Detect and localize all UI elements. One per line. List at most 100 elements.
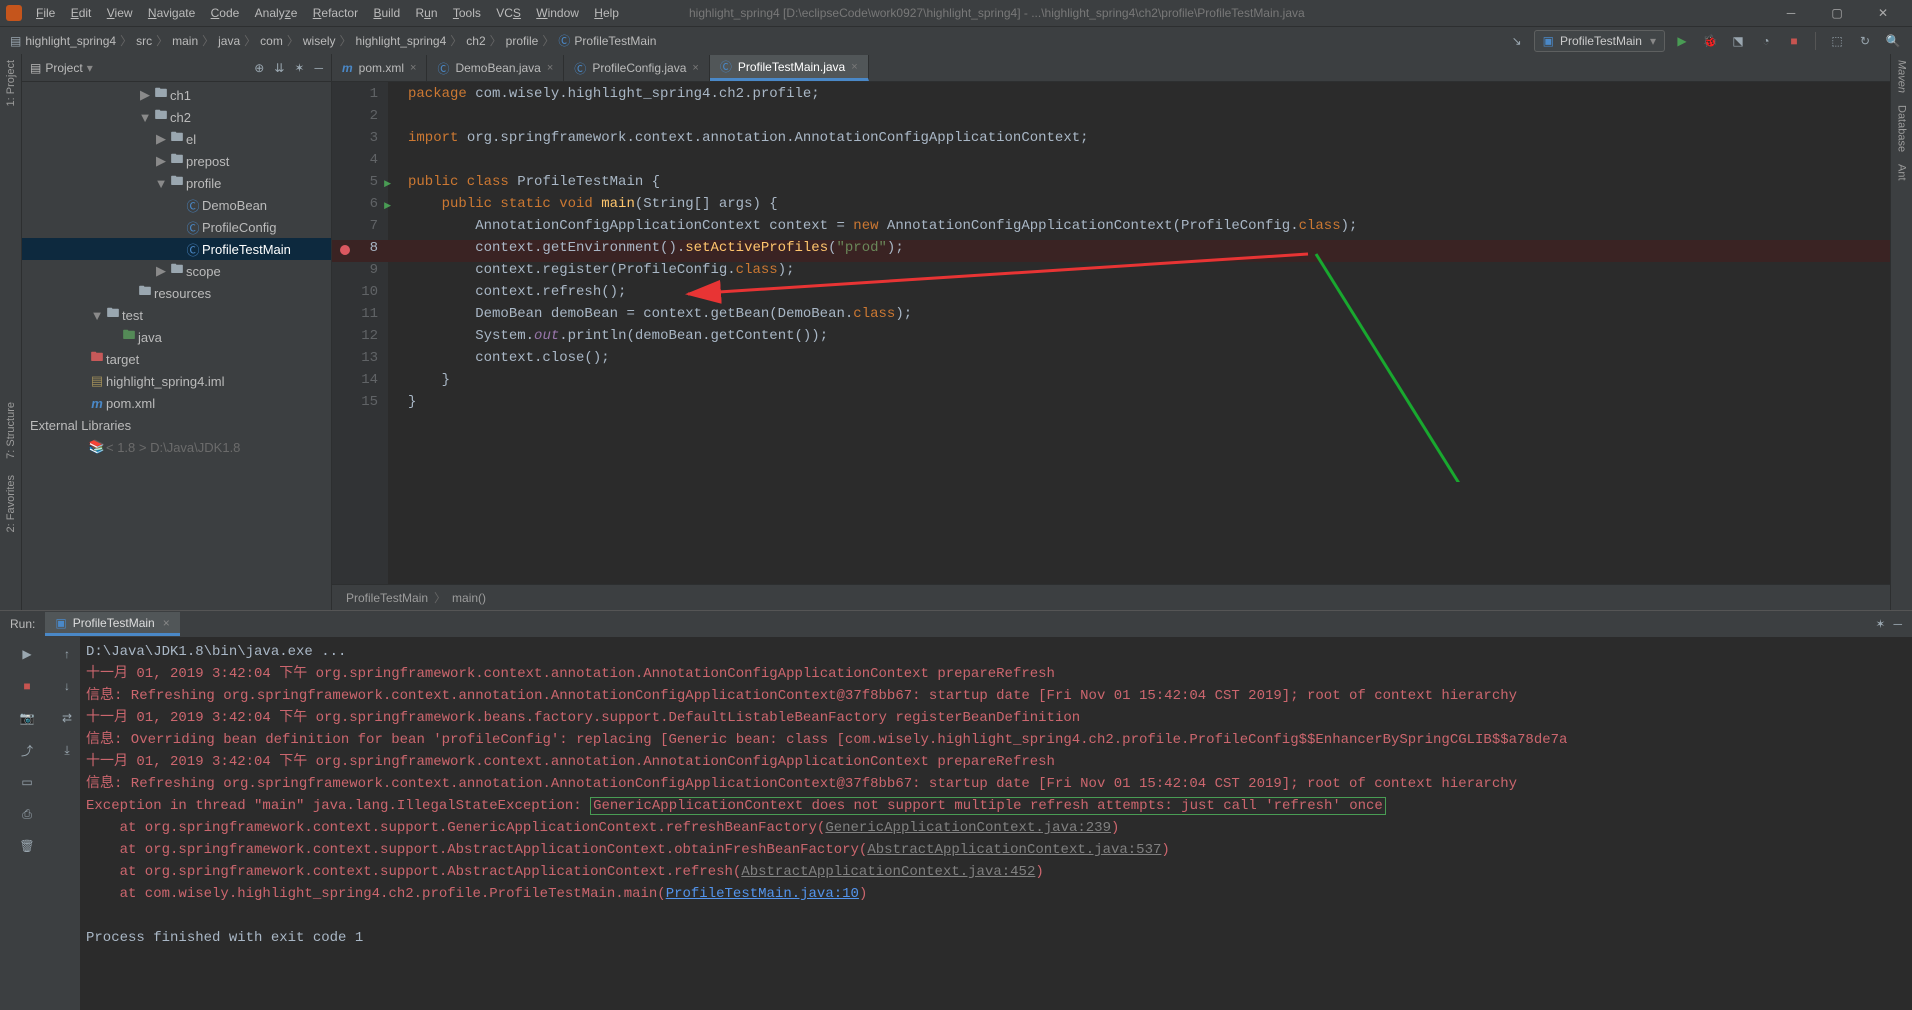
locate-icon[interactable]: ⊕ xyxy=(254,61,264,75)
menu-file[interactable]: File xyxy=(30,6,61,20)
update-button[interactable]: ↻ xyxy=(1854,30,1876,52)
strip-project[interactable]: 1: Project xyxy=(2,54,20,112)
dump-button[interactable]: 📷 xyxy=(16,707,38,729)
tree-item[interactable]: ▶🖿ch1 xyxy=(22,84,331,106)
tree-item[interactable]: ⒸProfileConfig xyxy=(22,216,331,238)
tab-close-icon[interactable]: × xyxy=(692,62,698,74)
profile-button[interactable]: ◔ xyxy=(1755,30,1777,52)
search-button[interactable]: 🔍 xyxy=(1882,30,1904,52)
crumb-com[interactable]: com xyxy=(258,34,285,48)
editor-code[interactable]: package com.wisely.highlight_spring4.ch2… xyxy=(388,82,1890,584)
tree-item[interactable]: 📚< 1.8 > D:\Java\JDK1.8 xyxy=(22,436,331,458)
crumb-project[interactable]: highlight_spring4 xyxy=(23,34,118,48)
editor-tab[interactable]: ⒸDemoBean.java× xyxy=(427,55,564,81)
crumb-wisely[interactable]: wisely xyxy=(301,34,338,48)
menu-refactor[interactable]: Refactor xyxy=(307,6,364,20)
tree-item[interactable]: ▶🖿el xyxy=(22,128,331,150)
editor-tabs[interactable]: mpom.xml×ⒸDemoBean.java×ⒸProfileConfig.j… xyxy=(332,54,1890,82)
menu-help[interactable]: Help xyxy=(588,6,625,20)
editor-tab[interactable]: mpom.xml× xyxy=(332,55,427,81)
stacktrace-link[interactable]: AbstractApplicationContext.java:537 xyxy=(867,842,1161,858)
stop-button[interactable]: ■ xyxy=(1783,30,1805,52)
project-tree[interactable]: ▶🖿ch1▼🖿ch2▶🖿el▶🖿prepost▼🖿profileⒸDemoBea… xyxy=(22,82,331,610)
crumb-src[interactable]: src xyxy=(134,34,154,48)
crumb-main[interactable]: main xyxy=(170,34,200,48)
status-method[interactable]: main() xyxy=(452,591,486,605)
up-button[interactable]: ↑ xyxy=(56,643,78,665)
layout-button[interactable]: ▭ xyxy=(16,771,38,793)
build-icon[interactable]: ↘ xyxy=(1506,30,1528,52)
menu-tools[interactable]: Tools xyxy=(447,6,487,20)
down-button[interactable]: ↓ xyxy=(56,675,78,697)
coverage-button[interactable]: ⬔ xyxy=(1727,30,1749,52)
crumb-profile[interactable]: profile xyxy=(504,34,541,48)
run-hide-icon[interactable]: ─ xyxy=(1893,617,1902,631)
hide-icon[interactable]: ─ xyxy=(314,61,323,75)
tab-close-icon[interactable]: × xyxy=(410,62,416,74)
tree-item[interactable]: ⒸProfileTestMain xyxy=(22,238,331,260)
tree-item[interactable]: ▶🖿prepost xyxy=(22,150,331,172)
tree-item[interactable]: ▤highlight_spring4.iml xyxy=(22,370,331,392)
status-class[interactable]: ProfileTestMain xyxy=(346,591,428,605)
exit-button[interactable]: ⤴ xyxy=(16,739,38,761)
strip-database[interactable]: Database xyxy=(1893,99,1911,158)
maximize-button[interactable]: ▢ xyxy=(1814,0,1860,26)
tree-item[interactable]: 🖿resources xyxy=(22,282,331,304)
strip-favorites[interactable]: 2: Favorites xyxy=(2,469,20,538)
main-menu[interactable]: File Edit View Navigate Code Analyze Ref… xyxy=(30,6,625,20)
crumb-hl[interactable]: highlight_spring4 xyxy=(354,34,449,48)
tree-item[interactable]: External Libraries xyxy=(22,414,331,436)
git-button[interactable]: ⬚ xyxy=(1826,30,1848,52)
menu-code[interactable]: Code xyxy=(205,6,246,20)
menu-window[interactable]: Window xyxy=(530,6,585,20)
tree-item[interactable]: 🖿java xyxy=(22,326,331,348)
strip-maven[interactable]: Maven xyxy=(1893,54,1911,99)
strip-structure[interactable]: 7: Structure xyxy=(2,396,20,465)
run-settings-icon[interactable]: ✶ xyxy=(1875,617,1885,631)
menu-analyze[interactable]: Analyze xyxy=(249,6,304,20)
menu-view[interactable]: View xyxy=(101,6,139,20)
minimize-button[interactable]: ─ xyxy=(1768,0,1814,26)
pin-button[interactable]: ⎙ xyxy=(16,803,38,825)
tree-item[interactable]: ▶🖿scope xyxy=(22,260,331,282)
run-tab-close-icon[interactable]: × xyxy=(163,616,170,630)
menu-build[interactable]: Build xyxy=(367,6,406,20)
close-button[interactable]: ✕ xyxy=(1860,0,1906,26)
run-tab[interactable]: ▣ ProfileTestMain × xyxy=(45,612,179,636)
trash-button[interactable]: 🗑 xyxy=(16,835,38,857)
stop-run-button[interactable]: ■ xyxy=(16,675,38,697)
wrap-button[interactable]: ⇄ xyxy=(56,707,78,729)
crumb-class[interactable]: ProfileTestMain xyxy=(572,34,658,48)
strip-ant[interactable]: Ant xyxy=(1893,158,1911,187)
crumb-java[interactable]: java xyxy=(216,34,242,48)
stacktrace-link[interactable]: AbstractApplicationContext.java:452 xyxy=(741,864,1035,880)
run-config-selector[interactable]: ▣ ProfileTestMain ▾ xyxy=(1534,30,1665,52)
editor-tab[interactable]: ⒸProfileConfig.java× xyxy=(564,55,710,81)
editor-breadcrumb[interactable]: ProfileTestMain 〉 main() xyxy=(332,584,1890,610)
tree-item[interactable]: 🖿target xyxy=(22,348,331,370)
project-title[interactable]: ▤Project▾ xyxy=(30,61,93,75)
breadcrumbs[interactable]: ▤ highlight_spring4〉 src〉 main〉 java〉 co… xyxy=(8,32,658,49)
tree-item[interactable]: ▼🖿profile xyxy=(22,172,331,194)
scroll-button[interactable]: ⤓ xyxy=(56,739,78,761)
stacktrace-link[interactable]: ProfileTestMain.java:10 xyxy=(666,886,859,902)
collapse-icon[interactable]: ⇊ xyxy=(274,61,284,75)
editor-gutter[interactable]: 12345▶6▶789101112131415 xyxy=(332,82,388,584)
menu-run[interactable]: Run xyxy=(409,6,443,20)
tab-close-icon[interactable]: × xyxy=(547,62,553,74)
console-output[interactable]: D:\Java\JDK1.8\bin\java.exe ... 十一月 01, … xyxy=(80,637,1912,1010)
rerun-button[interactable]: ▶ xyxy=(16,643,38,665)
settings-icon[interactable]: ✶ xyxy=(294,61,304,75)
debug-button[interactable]: 🐞 xyxy=(1699,30,1721,52)
crumb-ch2[interactable]: ch2 xyxy=(464,34,487,48)
run-button[interactable]: ▶ xyxy=(1671,30,1693,52)
editor-tab[interactable]: ⒸProfileTestMain.java× xyxy=(710,55,869,81)
menu-navigate[interactable]: Navigate xyxy=(142,6,201,20)
stacktrace-link[interactable]: GenericApplicationContext.java:239 xyxy=(825,820,1111,836)
menu-edit[interactable]: Edit xyxy=(65,6,98,20)
tree-item[interactable]: ⒸDemoBean xyxy=(22,194,331,216)
breakpoint-icon[interactable] xyxy=(340,245,350,255)
tab-close-icon[interactable]: × xyxy=(851,61,857,73)
tree-item[interactable]: ▼🖿test xyxy=(22,304,331,326)
tree-item[interactable]: mpom.xml xyxy=(22,392,331,414)
